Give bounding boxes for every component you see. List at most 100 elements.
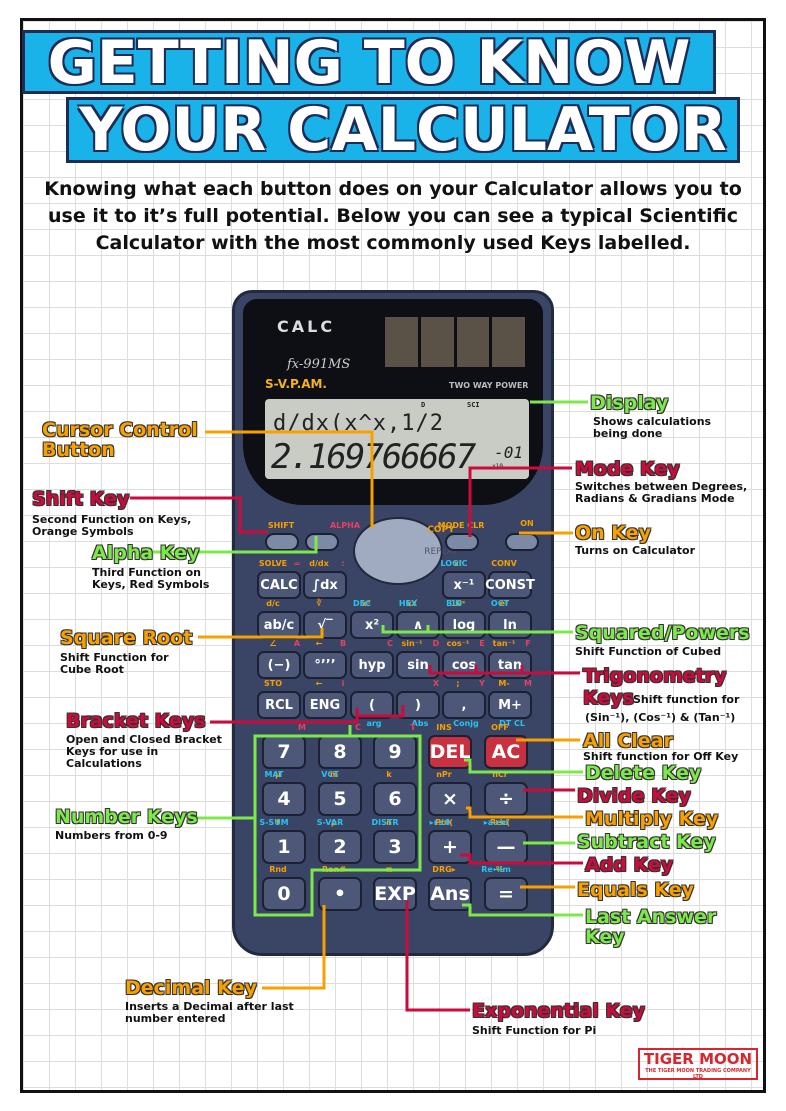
key-alpha[interactable] [305,533,339,551]
key-mode-clr[interactable] [445,533,479,551]
key--[interactable]: √‾ [303,611,347,639]
key-x-[interactable]: x² [350,611,394,639]
key-blue-label: VCT [321,770,339,779]
key-shift-label: Rnd [269,865,287,874]
key-ln[interactable]: ln [488,611,532,639]
callout-shift-title: Shift Key [32,488,130,510]
callout-on-desc: Turns on Calculator [575,544,696,557]
solar-panel [385,317,525,367]
key-rcl[interactable]: RCL [257,691,301,719]
key--[interactable]: °’’’ [303,651,347,679]
key--[interactable]: — [484,830,528,864]
key-6[interactable]: 6 [373,782,417,816]
key-alpha-label: M [524,679,532,688]
key-cos[interactable]: cos [442,651,486,679]
key-const[interactable]: CONST [485,571,535,599]
callout-alpha-title: Alpha Key [92,542,200,564]
key--dx[interactable]: ∫dx [303,571,347,599]
callout-display-title: Display [590,392,669,414]
callout-squared-title: Squared/Powers [575,622,750,644]
callout-bracket-desc: Open and Closed Bracket Keys for use in … [66,733,222,770]
key-shift-label: nCr [492,770,508,779]
key-hyp[interactable]: hyp [350,651,394,679]
key-0[interactable]: 0 [262,877,306,911]
key--[interactable]: , [442,691,486,719]
callout-trig-title-2: Keys [583,687,634,709]
callout-squared-desc: Shift Function of Cubed [575,645,722,658]
key-4[interactable]: 4 [262,782,306,816]
key-x-[interactable]: x⁻¹ [442,571,486,599]
key--[interactable]: ∧ [396,611,440,639]
key-del[interactable]: DEL [428,735,472,769]
key--[interactable]: (−) [257,651,301,679]
key-calc[interactable]: CALC [257,571,301,599]
key-shift-label: DRG▸ [432,865,456,874]
key-on[interactable] [505,533,539,551]
key-alpha-label: F [525,639,531,648]
callout-trig-desc: Shift function for [633,693,740,706]
callout-exponential-title: Exponential Key [472,1000,646,1022]
key-ans[interactable]: Ans [428,877,472,911]
intro-text: Knowing what each button does on your Ca… [44,178,742,254]
key-7[interactable]: 7 [262,735,306,769]
callout-multiply-title: Multiply Key [585,808,719,830]
key--[interactable]: ( [350,691,394,719]
key-blue-label: MAT [264,770,284,779]
callout-mode-title: Mode Key [575,458,680,480]
callout-answer-title: Last Answer Key [585,906,717,948]
key-8[interactable]: 8 [318,735,362,769]
key-shift-label: MODE CLR [437,521,485,530]
key-log[interactable]: log [442,611,486,639]
display-exponent: -01 [494,443,523,462]
key-blue-label: S-VAR [316,818,344,827]
callout-number-desc: Numbers from 0-9 [55,829,168,842]
key--[interactable]: = [484,877,528,911]
callout-equals-title: Equals Key [577,879,695,901]
key-3[interactable]: 3 [373,830,417,864]
key-shift[interactable] [265,533,299,551]
callout-sqrt-desc: Shift Function for Cube Root [60,651,169,676]
key-alpha-label: : [341,559,345,568]
key-1[interactable]: 1 [262,830,306,864]
key--[interactable]: ÷ [484,782,528,816]
key-sin[interactable]: sin [396,651,440,679]
key-shift-label: CONV [491,559,517,568]
key--[interactable]: × [428,782,472,816]
display-input: d/dx(x^x,1/2 [273,411,444,436]
callout-delete-title: Delete Key [585,762,702,784]
key-9[interactable]: 9 [373,735,417,769]
callout-sqrt-title: Square Root [60,627,193,649]
callout-on-title: On Key [575,522,651,544]
callout-shift-desc: Second Function on Keys, Orange Symbols [32,513,192,538]
svpam: S-V.P.AM. [265,377,327,391]
key-exp[interactable]: EXP [373,877,417,911]
key-eng[interactable]: ENG [303,691,347,719]
callout-subtract-title: Subtract Key [577,831,716,853]
callout-allclear-title: All Clear [583,730,673,752]
key-shift-label: π [385,865,393,874]
key-ab-c[interactable]: ab/c [257,611,301,639]
callout-decimal-desc: Inserts a Decimal after last number ente… [125,1000,294,1025]
key--[interactable]: + [428,830,472,864]
key--[interactable]: ) [396,691,440,719]
key-tan[interactable]: tan [488,651,532,679]
key-blue-label: ▸a+bi [483,818,509,827]
title-line-2: YOUR CALCULATOR [66,97,740,163]
key-shift-label: Ran# [322,865,346,874]
indicator-sci: SCI [467,401,480,409]
key-shift-label: SHIFT [267,521,295,530]
callout-mode-desc: Switches between Degrees, Radians & Grad… [575,480,748,505]
key-blue-label: ▸r∠θ [429,818,451,827]
key-5[interactable]: 5 [318,782,362,816]
display-result: 2.169766667 [271,437,476,477]
key-blue-label: OCT [490,599,510,608]
key-alpha-label: ALPHA [329,521,361,530]
model: fx-991MS [287,357,351,372]
key-ac[interactable]: AC [484,735,528,769]
key-blue-label: S-SUM [259,818,289,827]
key-2[interactable]: 2 [318,830,362,864]
brand: CALC [277,317,336,336]
key-m-[interactable]: M+ [488,691,532,719]
key--[interactable]: • [318,877,362,911]
key-blue-label: DISTR [371,818,399,827]
